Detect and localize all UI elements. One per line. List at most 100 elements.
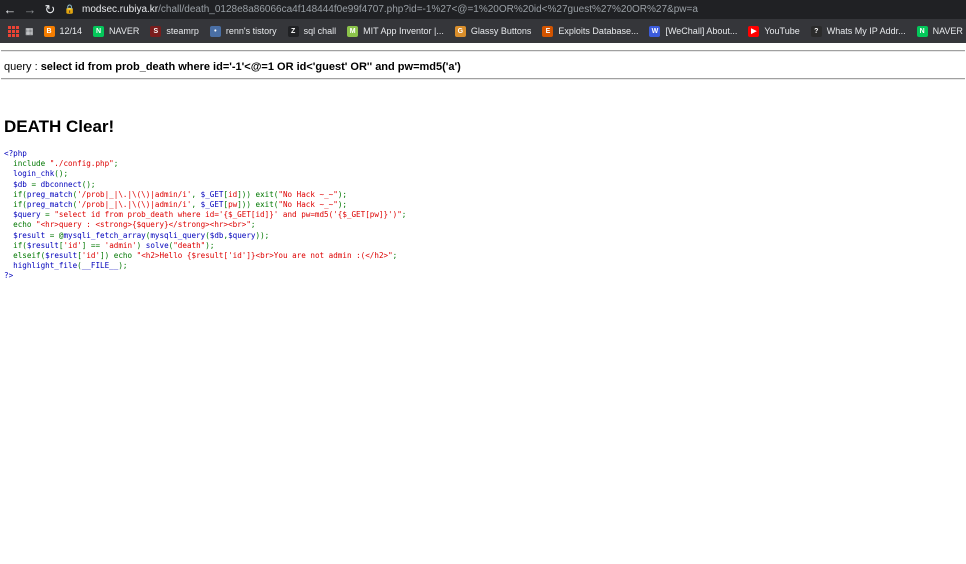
back-icon[interactable]: ← xyxy=(0,0,20,19)
code-token: dbconnect xyxy=(40,179,82,189)
bookmark-label: steamrp xyxy=(166,26,199,36)
code-line: include "./config.php"; xyxy=(4,159,406,169)
php-source: <?php include "./config.php"; login_chk(… xyxy=(4,149,406,282)
query-line: query : select id from prob_death where … xyxy=(0,52,966,77)
code-token: ) xyxy=(136,240,146,250)
code-token: ); xyxy=(118,261,128,271)
code-token: __FILE__ xyxy=(81,261,119,271)
page-heading: DEATH Clear! xyxy=(4,117,115,136)
code-token: elseif( xyxy=(13,251,46,261)
code-token: , xyxy=(191,200,201,210)
code-line: $result = @mysqli_fetch_array(mysqli_que… xyxy=(4,231,406,241)
address-bar[interactable]: modsec.rubiya.kr/chall/death_0128e8a8606… xyxy=(82,4,698,15)
code-token: id xyxy=(228,189,238,199)
code-token: if( xyxy=(13,240,27,250)
mit-icon: M xyxy=(347,25,359,37)
code-token: mysqli_query xyxy=(150,230,206,240)
bookmark-item[interactable]: W [WeChall] About... xyxy=(649,25,738,37)
bookmark-item[interactable]: G Glassy Buttons xyxy=(454,25,532,37)
sql-icon: Z xyxy=(287,25,299,37)
page-content: query : select id from prob_death where … xyxy=(0,43,966,280)
bookmark-item[interactable]: ? Whats My IP Addr... xyxy=(810,25,906,37)
blogger-icon: B xyxy=(43,25,55,37)
code-token: preg_match xyxy=(26,200,73,210)
code-token: ])) exit( xyxy=(237,189,279,199)
reload-icon[interactable]: ↻ xyxy=(40,0,60,19)
code-token: solve xyxy=(145,240,169,250)
bookmark-item[interactable]: Zsql chall xyxy=(287,25,337,37)
code-token: , xyxy=(191,189,201,199)
code-token: ] == xyxy=(81,240,105,250)
code-token: 'id' xyxy=(81,251,101,261)
code-token: ?> xyxy=(4,271,14,281)
bookmark-item[interactable]: E Exploits Database... xyxy=(542,25,639,37)
code-line: echo "<hr>query : <strong>{$query}</stro… xyxy=(4,220,406,230)
forward-icon[interactable]: → xyxy=(20,0,40,19)
code-token: ]) echo xyxy=(100,251,137,261)
bookmark-label: [WeChall] About... xyxy=(665,26,738,36)
bookmark-item[interactable]: N NAVER xyxy=(93,25,140,37)
bookmark-item[interactable]: Ssteamrp xyxy=(150,25,199,37)
code-line: if(preg_match('/prob|_|\.|\(\)|admin/i',… xyxy=(4,200,406,210)
exploitdb-icon: E xyxy=(542,25,554,37)
code-token: $db xyxy=(209,230,224,240)
code-token: = @ xyxy=(49,230,64,240)
bookmark-item[interactable]: B 12/14 xyxy=(43,25,82,37)
tistory-icon: • xyxy=(209,25,221,37)
code-token: "No Hack ~_~" xyxy=(278,200,338,210)
code-token: "No Hack ~_~" xyxy=(278,189,338,199)
bookmark-label: renn's tistory xyxy=(225,26,277,36)
code-token: $result xyxy=(45,251,78,261)
code-line: highlight_file(__FILE__); xyxy=(4,261,406,271)
code-token: pw xyxy=(228,200,238,210)
code-token: ; xyxy=(401,210,407,220)
lock-icon[interactable]: 🔒 xyxy=(64,0,76,19)
bookmark-item[interactable]: • renn's tistory xyxy=(209,25,277,37)
code-token: highlight_file xyxy=(4,261,78,271)
code-token: "./config.php" xyxy=(49,159,114,169)
wechall-icon: W xyxy=(649,25,661,37)
code-token: preg_match xyxy=(26,189,73,199)
bookmark-label: Glassy Buttons xyxy=(470,26,532,36)
code-token: ); xyxy=(337,200,347,210)
code-token: 'admin' xyxy=(104,240,137,250)
bookmark-label: Exploits Database... xyxy=(558,26,639,36)
code-token: 'id' xyxy=(63,240,82,250)
code-line: ?> xyxy=(4,271,406,281)
code-token: = xyxy=(31,179,41,189)
code-token: "<hr>query : <strong>{$query}</strong><h… xyxy=(36,220,251,230)
code-token: $query xyxy=(228,230,256,240)
bookmark-label: sql chall xyxy=(303,26,337,36)
bookmark-label: NAVER xyxy=(109,26,140,36)
code-token: $db xyxy=(4,179,32,189)
code-token: ; xyxy=(392,251,398,261)
code-token: '/prob|_|\.|\(\)|admin/i' xyxy=(77,200,192,210)
code-token: "<h2>Hello {$result['id']}<br>You are no… xyxy=(136,251,393,261)
bookmarks-bar: ▦ B 12/14 N NAVER Ssteamrp • renn's tistory Zsq… xyxy=(0,19,966,43)
bookmark-label: NAVER xyxy=(932,26,963,36)
glassy-icon: G xyxy=(454,25,466,37)
bookmark-item[interactable]: ▶ YouTube xyxy=(748,25,800,37)
naver-icon: N xyxy=(93,25,105,37)
bookmark-item[interactable]: M MIT App Inventor |... xyxy=(347,25,444,37)
code-token: ; xyxy=(113,159,119,169)
bookmark-item[interactable]: N NAVER xyxy=(916,25,963,37)
code-token: $result xyxy=(26,240,59,250)
code-line: login_chk(); xyxy=(4,169,406,179)
whatsmyip-icon: ? xyxy=(810,25,822,37)
code-token: (); xyxy=(81,179,96,189)
code-token: echo xyxy=(13,220,37,230)
code-token: ])) exit( xyxy=(237,200,279,210)
code-token: )); xyxy=(255,230,270,240)
reading-list-icon[interactable]: ▦ xyxy=(25,26,34,37)
url-path: /chall/death_0128e8a86066ca4f148444f0e99… xyxy=(158,4,698,15)
bookmark-label: Whats My IP Addr... xyxy=(826,26,906,36)
apps-icon[interactable] xyxy=(8,25,19,37)
code-token: login_chk xyxy=(4,169,55,179)
code-line: if(preg_match('/prob|_|\.|\(\)|admin/i',… xyxy=(4,190,406,200)
